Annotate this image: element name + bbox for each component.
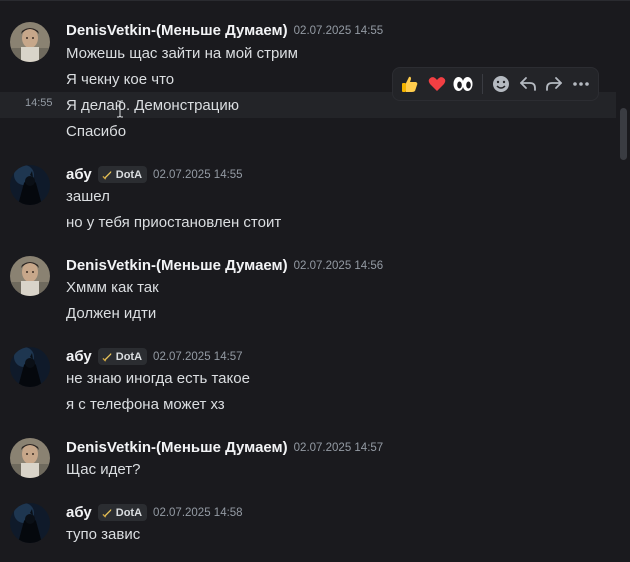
sword-icon	[102, 508, 111, 518]
message-text: Я чекну кое что	[66, 71, 175, 88]
thumbs-up-reaction-button[interactable]	[399, 71, 422, 97]
hover-timestamp: 14:55	[25, 97, 53, 109]
avatar-denisvetkin[interactable]	[10, 256, 50, 296]
author-name[interactable]: DenisVetkin-(Меньше Думаем)	[66, 257, 288, 274]
message-text: тупо завис	[66, 526, 141, 543]
message-header: DenisVetkin-(Меньше Думаем) 02.07.2025 1…	[66, 257, 383, 274]
message-header: абу DotA 02.07.2025 14:58	[66, 504, 243, 521]
server-tag[interactable]: DotA	[97, 504, 148, 521]
reply-button[interactable]	[516, 71, 539, 97]
message-timestamp[interactable]: 02.07.2025 14:58	[153, 507, 243, 519]
channel-top-divider	[0, 0, 630, 1]
scrollbar-thumb[interactable]	[620, 108, 627, 160]
author-name[interactable]: абу	[66, 504, 92, 521]
text-cursor-icon	[117, 100, 123, 118]
sword-icon	[102, 352, 111, 362]
author-name[interactable]: DenisVetkin-(Меньше Думаем)	[66, 439, 288, 456]
eyes-icon	[453, 77, 473, 91]
avatar-abu[interactable]	[10, 165, 50, 205]
toolbar-divider	[481, 74, 483, 94]
message-timestamp[interactable]: 02.07.2025 14:55	[153, 169, 243, 181]
message-text: Спасибо	[66, 123, 127, 140]
server-tag-label: DotA	[115, 350, 143, 363]
message-text: Хммм как так	[66, 279, 159, 296]
avatar-abu[interactable]	[10, 503, 50, 543]
server-tag[interactable]: DotA	[97, 348, 148, 365]
message-timestamp[interactable]: 02.07.2025 14:57	[294, 442, 384, 454]
add-reaction-icon	[492, 76, 509, 92]
author-name[interactable]: абу	[66, 166, 92, 183]
message-header: DenisVetkin-(Меньше Думаем) 02.07.2025 1…	[66, 22, 383, 39]
avatar-abu[interactable]	[10, 347, 50, 387]
message-action-toolbar	[392, 67, 599, 101]
heart-reaction-button[interactable]	[426, 71, 449, 97]
message-header: абу DotA 02.07.2025 14:55	[66, 166, 243, 183]
avatar-denisvetkin[interactable]	[10, 438, 50, 478]
server-tag[interactable]: DotA	[97, 166, 148, 183]
message-text: Я делаю. Демонстрацию	[66, 97, 239, 114]
message-text: Щас идет?	[66, 461, 141, 478]
message-timestamp[interactable]: 02.07.2025 14:56	[294, 260, 384, 272]
message-header: DenisVetkin-(Меньше Думаем) 02.07.2025 1…	[66, 439, 383, 456]
forward-icon	[546, 77, 563, 91]
forward-button[interactable]	[543, 71, 566, 97]
eyes-reaction-button[interactable]	[452, 71, 475, 97]
message-header: абу DotA 02.07.2025 14:57	[66, 348, 243, 365]
server-tag-label: DotA	[115, 506, 143, 519]
sword-icon	[102, 170, 111, 180]
message-timestamp[interactable]: 02.07.2025 14:57	[153, 351, 243, 363]
author-name[interactable]: абу	[66, 348, 92, 365]
message-text: зашел	[66, 188, 110, 205]
add-reaction-button[interactable]	[490, 71, 513, 97]
author-name[interactable]: DenisVetkin-(Меньше Думаем)	[66, 22, 288, 39]
message-text: не знаю иногда есть такое	[66, 370, 250, 387]
server-tag-label: DotA	[115, 168, 143, 181]
thumbs-up-icon	[402, 76, 418, 92]
message-text: но у тебя приостановлен стоит	[66, 214, 282, 231]
message-timestamp[interactable]: 02.07.2025 14:55	[294, 25, 384, 37]
avatar-denisvetkin[interactable]	[10, 22, 50, 62]
message-text: Должен идти	[66, 305, 157, 322]
message-text: я с телефона может хз	[66, 396, 225, 413]
reply-icon	[519, 77, 536, 91]
message-text: Можешь щас зайти на мой стрим	[66, 45, 298, 62]
red-heart-icon	[428, 77, 446, 91]
more-options-button[interactable]	[569, 71, 592, 97]
more-options-icon	[572, 82, 589, 86]
